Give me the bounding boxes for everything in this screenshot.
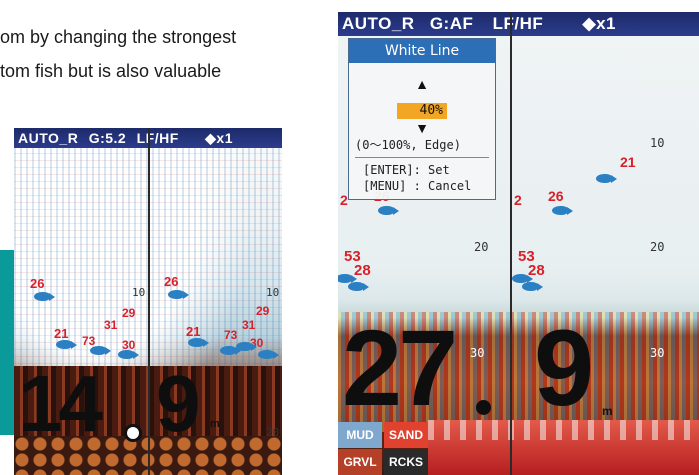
depth-tick: 30 — [650, 346, 665, 360]
fish-size-label: 26 — [548, 188, 564, 204]
depth-tick: 10 — [266, 286, 280, 299]
fish-size-label: 31 — [104, 318, 118, 332]
fish-icon — [348, 282, 369, 291]
decimal-point — [476, 400, 491, 415]
depth-unit: m — [210, 418, 220, 430]
fish-size-label: 2 — [514, 192, 522, 208]
depth-tick: 10 — [132, 286, 146, 299]
fish-size-label: 31 — [242, 318, 256, 332]
fish-icon — [338, 274, 357, 283]
document-line: tom fish but is also valuable — [0, 61, 222, 81]
enter-hint: [ENTER]: Set — [363, 163, 450, 177]
gain-label: G:AF — [429, 14, 474, 33]
fishfinder-screen-left: AUTO_R G:5.2 LF/HF ◆x1 10 10 20 26 26 21… — [14, 128, 282, 475]
decrease-arrow-icon[interactable]: ▼ — [349, 121, 495, 135]
white-line-dialog[interactable]: White Line ▲ 40% ▼ (0〜100%, Edge) [ENTER… — [348, 38, 496, 200]
fish-icon — [188, 338, 209, 347]
fish-size-label: 2 — [340, 192, 348, 208]
decimal-point — [124, 424, 142, 442]
depth-readout-integer: 14 — [18, 359, 103, 448]
bottom-type-sand: SAND — [384, 422, 428, 448]
mode-label: AUTO_R — [18, 130, 79, 146]
depth-readout-decimal: 9 — [534, 307, 594, 428]
fish-icon — [552, 206, 573, 215]
fish-icon — [34, 292, 55, 301]
fish-icon — [512, 274, 533, 283]
frequency-label: LF/HF — [136, 130, 179, 146]
fish-icon — [56, 340, 77, 349]
fish-size-label: 73 — [82, 334, 96, 348]
split-divider — [510, 12, 512, 475]
white-line-value[interactable]: 40% — [397, 103, 447, 119]
fish-icon — [258, 350, 279, 359]
depth-tick: 30 — [470, 346, 485, 360]
increase-arrow-icon[interactable]: ▲ — [349, 77, 495, 91]
fish-size-label: 73 — [224, 328, 238, 342]
mode-label: AUTO_R — [342, 14, 415, 33]
fish-size-label: 21 — [186, 324, 201, 339]
gain-label: G:5.2 — [88, 130, 127, 146]
depth-readout-decimal: 9 — [156, 359, 200, 448]
bottom-type-mud: MUD — [338, 422, 382, 448]
document-body: om by changing the strongest tom fish bu… — [0, 20, 330, 88]
fish-icon — [378, 206, 399, 215]
depth-tick: 10 — [650, 136, 665, 150]
document-line: om by changing the strongest — [0, 27, 237, 47]
divider — [355, 157, 489, 158]
depth-unit: m — [602, 404, 613, 418]
fish-size-label: 29 — [256, 304, 270, 318]
fish-size-label: 29 — [122, 306, 136, 320]
zoom-label: ◆x1 — [582, 14, 616, 33]
depth-tick: 20 — [266, 426, 280, 439]
section-tab — [0, 250, 15, 435]
depth-readout-integer: 27 — [342, 307, 458, 428]
fish-size-label: 21 — [54, 326, 69, 341]
depth-tick: 20 — [650, 240, 665, 254]
fish-icon — [522, 282, 543, 291]
fish-icon — [220, 346, 241, 355]
fish-icon — [596, 174, 617, 183]
split-divider — [148, 128, 150, 475]
screen-header: AUTO_R G:AF LF/HF ◆x1 — [338, 12, 699, 36]
depth-tick: 20 — [474, 240, 489, 254]
bottom-type-gravel: GRVL — [338, 449, 382, 475]
bottom-discrimination-graph — [428, 420, 699, 475]
bottom-type-rocks: RCKS — [384, 449, 428, 475]
zoom-label: ◆x1 — [205, 130, 233, 146]
fish-size-label: 26 — [164, 274, 179, 289]
fish-size-label: 26 — [30, 276, 45, 291]
dialog-title: White Line — [349, 39, 495, 63]
fish-icon — [118, 350, 139, 359]
menu-hint: [MENU] : Cancel — [363, 179, 472, 193]
frequency-label: LF/HF — [492, 14, 544, 33]
value-range-hint: (0〜100%, Edge) — [355, 138, 461, 152]
fish-size-label: 21 — [620, 154, 636, 170]
fish-icon — [168, 290, 189, 299]
